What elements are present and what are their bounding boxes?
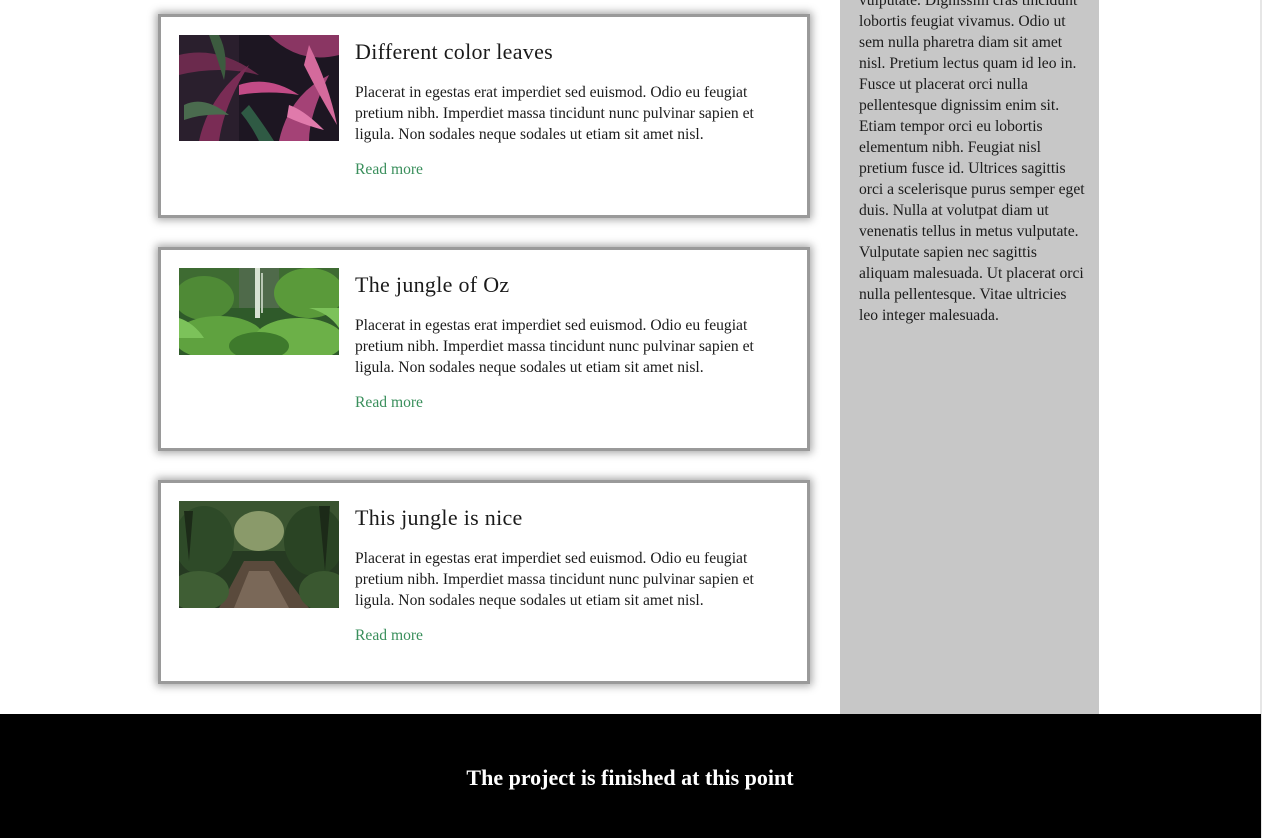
sidebar: vulputate. Dignissim cras tincidunt lobo… [840, 0, 1099, 714]
page: Different color leaves Placerat in egest… [0, 0, 1262, 838]
post-body: The jungle of Oz Placerat in egestas era… [355, 272, 785, 412]
post-body: This jungle is nice Placerat in egestas … [355, 505, 785, 645]
post-title: Different color leaves [355, 39, 553, 64]
read-more-link[interactable]: Read more [355, 394, 423, 411]
read-more-link[interactable]: Read more [355, 161, 423, 178]
post-image-purple-leaves[interactable] [179, 35, 339, 141]
post-card: This jungle is nice Placerat in egestas … [158, 480, 810, 684]
post-card: Different color leaves Placerat in egest… [158, 14, 810, 218]
post-title: The jungle of Oz [355, 272, 510, 297]
sidebar-text: vulputate. Dignissim cras tincidunt lobo… [859, 0, 1085, 324]
post-excerpt: Placerat in egestas erat imperdiet sed e… [355, 317, 754, 376]
post-card: The jungle of Oz Placerat in egestas era… [158, 247, 810, 451]
post-title: This jungle is nice [355, 505, 523, 530]
post-body: Different color leaves Placerat in egest… [355, 39, 785, 179]
read-more-link[interactable]: Read more [355, 627, 423, 644]
post-image-jungle-waterfall[interactable] [179, 268, 339, 355]
post-excerpt: Placerat in egestas erat imperdiet sed e… [355, 84, 754, 143]
post-image-jungle-path[interactable] [179, 501, 339, 608]
post-excerpt: Placerat in egestas erat imperdiet sed e… [355, 550, 754, 609]
footer-text: The project is finished at this point [466, 765, 794, 790]
footer: The project is finished at this point [0, 714, 1261, 838]
